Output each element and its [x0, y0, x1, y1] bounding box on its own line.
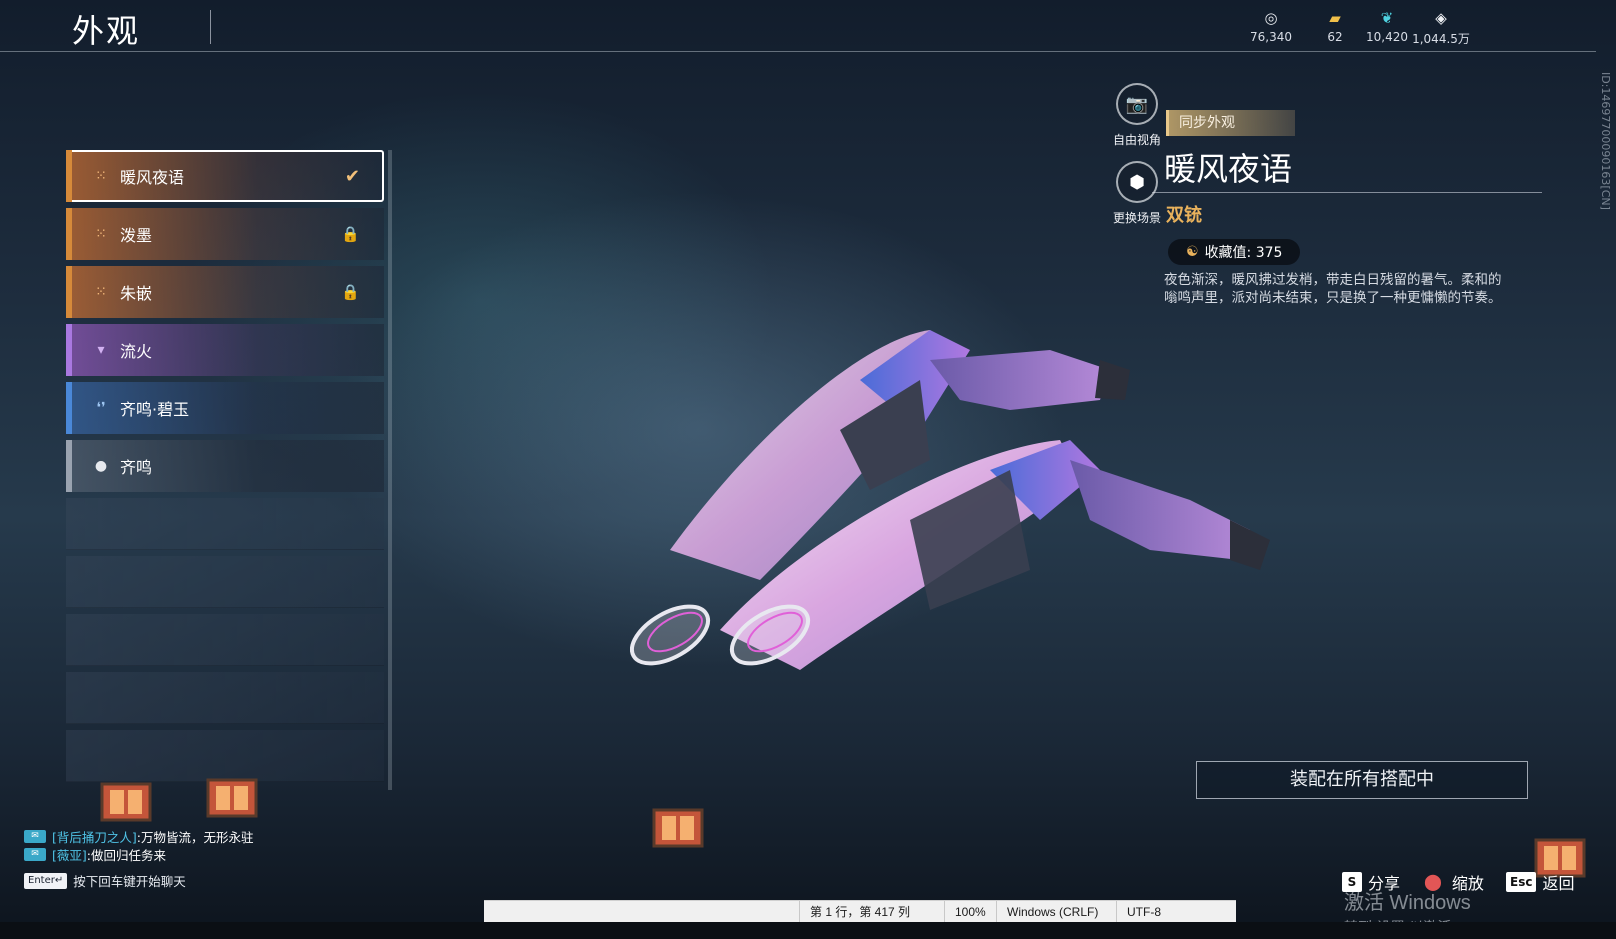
chat-box[interactable]: ✉ [背后捅刀之人] :万物皆流，无形永驻 ✉ [薇亚] :做回归任务来 Ent… [24, 827, 344, 890]
weapon-preview[interactable] [630, 320, 1330, 720]
empty-slot [66, 614, 384, 666]
chat-hint-text: 按下回车键开始聊天 [73, 874, 186, 889]
cube-icon: ⬢ [1116, 161, 1158, 203]
skin-item-qiming[interactable]: ● 齐鸣 [66, 440, 384, 492]
back-label: 返回 [1542, 874, 1575, 893]
chat-text: :做回归任务来 [86, 847, 166, 863]
empty-slot [66, 556, 384, 608]
currency-coin-value: 76,340 [1250, 30, 1292, 44]
quality-orange-icon: ⁙ [95, 226, 107, 242]
quality-accent [66, 208, 72, 260]
name-divider [1152, 192, 1542, 193]
skin-item-zhuqian[interactable]: ⁙ 朱嵌 🔒 [66, 266, 384, 318]
check-icon: ✔ [344, 165, 360, 187]
empty-slot [66, 498, 384, 550]
lantern-decoration [100, 782, 152, 822]
skin-name: 暖风夜语 [1164, 150, 1293, 188]
skin-description: 夜色渐深，暖风拂过发梢，带走白日残留的暑气。柔和的嗡鸣声里，派对尚未结束，只是换… [1164, 272, 1502, 306]
chat-line: ✉ [背后捅刀之人] :万物皆流，无形永驻 [24, 827, 344, 845]
skin-item-label: 暖风夜语 [120, 168, 185, 187]
chat-speaker[interactable]: [薇亚] [52, 845, 87, 864]
activation-title: 激活 Windows [1344, 892, 1471, 914]
collection-value: 收藏值: 375 [1204, 245, 1283, 261]
empty-slot [66, 672, 384, 724]
skin-item-liuhuo[interactable]: ▾ 流火 [66, 324, 384, 376]
collection-value-badge: ☯ 收藏值: 375 [1168, 239, 1301, 265]
skin-item-label: 齐鸣 [120, 458, 153, 477]
skin-list: ⁙ 暖风夜语 ✔ ⁙ 泼墨 🔒 ⁙ 朱嵌 🔒 ▾ 流火 ❛❜ 齐鸣·碧玉 ● 齐… [66, 150, 386, 800]
quality-purple-icon: ▾ [97, 342, 105, 358]
quality-accent [66, 324, 72, 376]
skin-item-label: 泼墨 [120, 226, 153, 245]
sync-appearance-badge[interactable]: 同步外观 [1166, 110, 1295, 136]
chat-text: :万物皆流，无形永驻 [136, 829, 254, 845]
message-icon: ✉ [24, 847, 46, 861]
quality-orange-icon: ⁙ [95, 168, 107, 184]
skin-item-pomo[interactable]: ⁙ 泼墨 🔒 [66, 208, 384, 260]
coin-swirl-icon: ◎ [1264, 9, 1278, 27]
top-bar: 外观 ◎ 76,340 ▰ 62 ❦ 10,420 ◈ 1,044.5万 [0, 0, 1596, 52]
quality-orange-icon: ⁙ [95, 284, 107, 300]
cursor-position: 第 1 行，第 417 列 [799, 900, 944, 923]
quality-grey-icon: ● [94, 458, 108, 474]
chat-speaker[interactable]: [背后捅刀之人] [52, 827, 137, 846]
skin-item-qiming-biyu[interactable]: ❛❜ 齐鸣·碧玉 [66, 382, 384, 434]
lantern-decoration [206, 778, 258, 818]
chat-hint: Enter↵ 按下回车键开始聊天 [24, 871, 344, 890]
enter-key-icon: Enter↵ [24, 872, 68, 889]
lock-icon: 🔒 [341, 225, 360, 243]
lock-icon: 🔒 [341, 283, 360, 301]
skin-detail-panel: 同步外观 暖风夜语 双铳 ☯ 收藏值: 375 夜色渐深，暖风拂过发梢，带走白日… [1152, 110, 1542, 307]
quality-accent [66, 440, 72, 492]
message-icon: ✉ [24, 829, 46, 843]
skin-item-label: 朱嵌 [120, 284, 153, 303]
currency-diamond-value: 1,044.5万 [1412, 32, 1470, 46]
skin-list-scrollbar[interactable] [388, 150, 392, 790]
currency-coin: ◎ 76,340 [1236, 8, 1306, 44]
zoom-level: 100% [944, 900, 996, 923]
camera-icon: 📷 [1116, 83, 1158, 125]
skin-item-label: 流火 [120, 342, 153, 361]
line-ending: Windows (CRLF) [996, 900, 1116, 923]
skin-item-nuanfeng[interactable]: ⁙ 暖风夜语 ✔ [66, 150, 384, 202]
empty-slot [66, 730, 384, 782]
quality-accent [66, 266, 72, 318]
collection-icon: ☯ [1186, 244, 1199, 260]
diamond-icon: ◈ [1435, 9, 1447, 27]
taskbar-strip [0, 922, 1616, 939]
player-id-label: ID:1469770009016​3[CN] [1599, 72, 1612, 210]
currency-diamond: ◈ 1,044.5万 [1406, 8, 1476, 47]
skin-item-label: 齐鸣·碧玉 [120, 400, 190, 419]
page-title: 外观 [72, 12, 141, 50]
notepad-status-bar: 第 1 行，第 417 列 100% Windows (CRLF) UTF-8 [484, 900, 1236, 923]
weapon-type: 双铳 [1166, 205, 1202, 226]
quality-blue-icon: ❛❜ [96, 400, 106, 416]
chat-line: ✉ [薇亚] :做回归任务来 [24, 845, 344, 863]
quality-accent [66, 150, 72, 202]
equip-all-button[interactable]: 装配在所有搭配中 [1196, 761, 1528, 799]
title-divider [210, 10, 211, 44]
muzzle-left [630, 604, 710, 666]
lantern-decoration [652, 808, 704, 848]
encoding: UTF-8 [1116, 900, 1236, 923]
quality-accent [66, 382, 72, 434]
